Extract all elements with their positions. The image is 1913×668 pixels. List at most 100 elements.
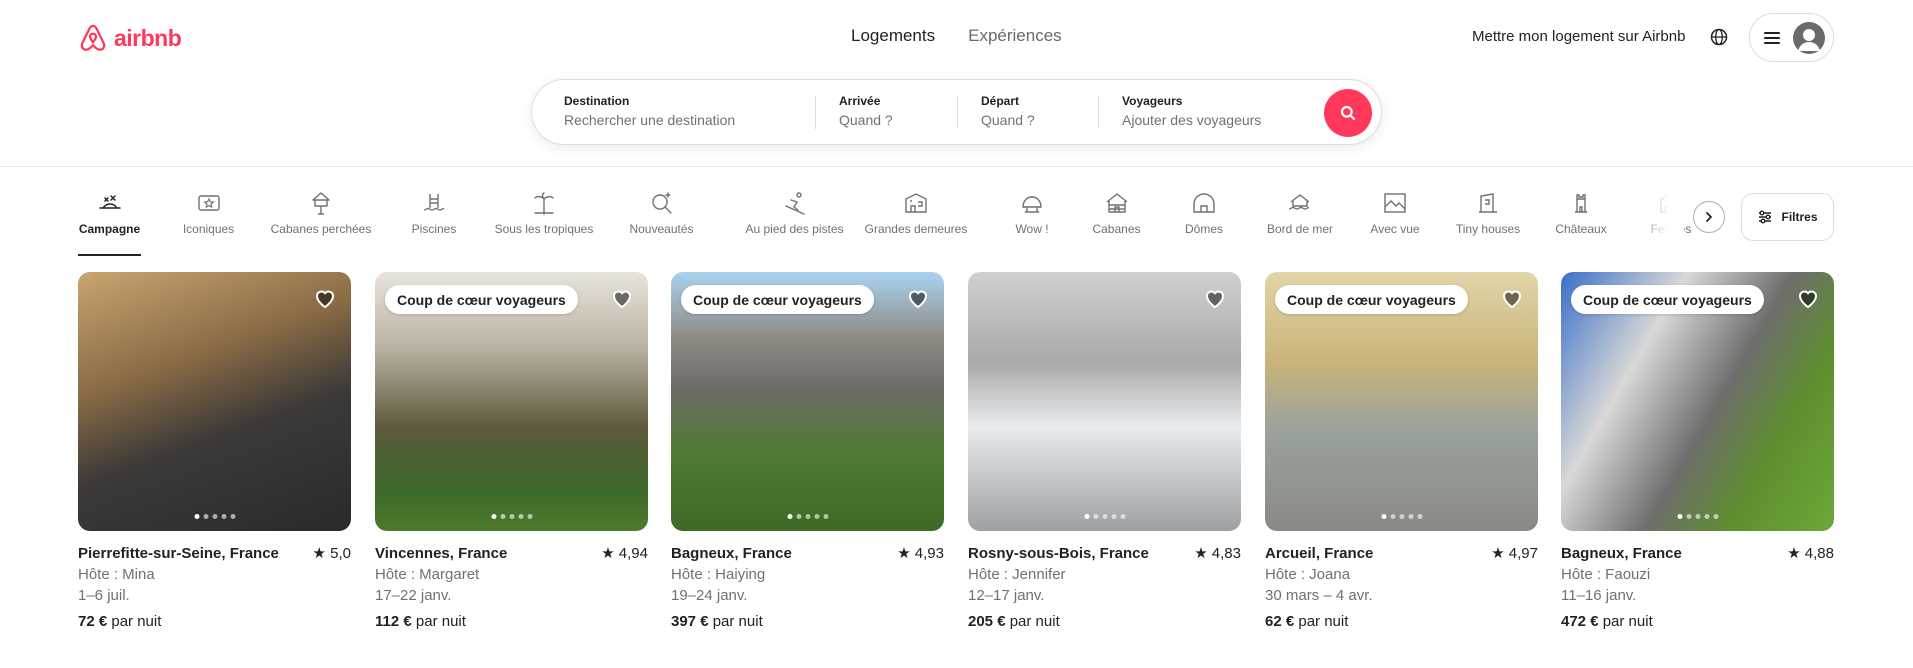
category-bar: Campagne Iconiques Cabanes perchées Pisc… bbox=[78, 190, 1698, 258]
category-cabanes-perchees[interactable]: Cabanes perchées bbox=[268, 190, 374, 256]
category-label: Nouveautés bbox=[629, 222, 694, 236]
category-iconiques[interactable]: Iconiques bbox=[180, 190, 237, 256]
listing-rating: ★ 4,93 bbox=[897, 545, 944, 562]
category-piscines[interactable]: Piscines bbox=[410, 190, 458, 256]
category-label: Dômes bbox=[1184, 222, 1223, 236]
hamburger-menu-icon bbox=[1764, 31, 1780, 44]
globe-icon[interactable] bbox=[1710, 28, 1728, 46]
category-wow[interactable]: Wow ! bbox=[1012, 190, 1052, 256]
heart-icon[interactable] bbox=[906, 286, 930, 310]
heart-icon[interactable] bbox=[1796, 286, 1820, 310]
travelers-field[interactable]: Voyageurs Ajouter des voyageurs bbox=[1122, 94, 1261, 128]
destination-label: Destination bbox=[564, 94, 630, 108]
listing-dates: 1–6 juil. bbox=[78, 587, 130, 604]
listing-photo[interactable] bbox=[78, 272, 351, 531]
category-label: Grandes demeures bbox=[864, 222, 968, 236]
listing-price-amount: 62 € bbox=[1265, 613, 1295, 630]
listing-photo[interactable] bbox=[968, 272, 1241, 531]
listing-card[interactable]: Coup de cœur voyageurs Bagneux, France ★… bbox=[1561, 272, 1834, 632]
iconic-icon bbox=[197, 195, 220, 211]
category-label: Bord de mer bbox=[1266, 222, 1334, 236]
filters-button[interactable]: Filtres bbox=[1741, 193, 1834, 241]
beachfront-icon bbox=[1288, 194, 1310, 210]
new-icon bbox=[651, 192, 672, 214]
listing-title: Pierrefitte-sur-Seine, France bbox=[78, 545, 279, 562]
category-domes[interactable]: Dômes bbox=[1184, 190, 1224, 256]
listing-photo[interactable]: Coup de cœur voyageurs bbox=[1265, 272, 1538, 531]
category-label: Iconiques bbox=[182, 222, 235, 236]
heart-icon[interactable] bbox=[1500, 286, 1524, 310]
heart-icon[interactable] bbox=[1203, 286, 1227, 310]
tab-experiences[interactable]: Expériences bbox=[968, 26, 1062, 46]
chevron-right-icon bbox=[1706, 212, 1712, 222]
category-chateaux[interactable]: Châteaux bbox=[1553, 190, 1609, 256]
search-icon bbox=[1340, 105, 1356, 121]
ski-icon bbox=[784, 192, 805, 215]
listing-price-amount: 205 € bbox=[968, 613, 1006, 630]
category-label: Cabanes bbox=[1092, 222, 1141, 236]
search-divider bbox=[1098, 96, 1099, 129]
listing-price-suffix: par nuit bbox=[107, 613, 162, 630]
category-tiny-houses[interactable]: Tiny houses bbox=[1455, 190, 1521, 256]
destination-field[interactable]: Destination Rechercher une destination bbox=[564, 94, 735, 128]
listing-info: Vincennes, France ★ 4,94 Hôte : Margaret… bbox=[375, 543, 648, 632]
category-label: Wow ! bbox=[1015, 222, 1049, 236]
category-bord-de-mer[interactable]: Bord de mer bbox=[1265, 190, 1335, 256]
listing-card[interactable]: Coup de cœur voyageurs Arcueil, France ★… bbox=[1265, 272, 1538, 632]
listing-price-amount: 397 € bbox=[671, 613, 709, 630]
category-nouveautes[interactable]: Nouveautés bbox=[627, 190, 696, 256]
travelers-label: Voyageurs bbox=[1122, 94, 1183, 108]
listing-dates: 30 mars – 4 avr. bbox=[1265, 587, 1373, 604]
category-label: Cabanes perchées bbox=[270, 222, 372, 236]
listing-dates: 19–24 janv. bbox=[671, 587, 748, 604]
listing-photo[interactable]: Coup de cœur voyageurs bbox=[375, 272, 648, 531]
listing-rating: ★ 4,94 bbox=[601, 545, 648, 562]
listing-card[interactable]: Coup de cœur voyageurs Bagneux, France ★… bbox=[671, 272, 944, 632]
listing-host: Hôte : Faouzi bbox=[1561, 566, 1651, 583]
category-label: Sous les tropiques bbox=[494, 222, 594, 236]
listing-card[interactable]: Rosny-sous-Bois, France ★ 4,83 Hôte : Je… bbox=[968, 272, 1241, 632]
category-label: Châteaux bbox=[1555, 222, 1607, 236]
listing-card[interactable]: Coup de cœur voyageurs Vincennes, France… bbox=[375, 272, 648, 632]
category-avec-vue[interactable]: Avec vue bbox=[1369, 190, 1421, 256]
category-au-pied-des-pistes[interactable]: Au pied des pistes bbox=[726, 190, 863, 256]
tab-logements[interactable]: Logements bbox=[851, 26, 935, 46]
arrival-field[interactable]: Arrivée Quand ? bbox=[839, 94, 893, 128]
listing-info: Arcueil, France ★ 4,97 Hôte : Joana 30 m… bbox=[1265, 543, 1538, 632]
user-menu-button[interactable] bbox=[1749, 13, 1834, 62]
airbnb-logo-icon bbox=[80, 24, 106, 51]
photo-pagination-dots bbox=[491, 514, 532, 519]
listing-dates: 12–17 janv. bbox=[968, 587, 1045, 604]
category-label: Tiny houses bbox=[1455, 222, 1521, 236]
category-cabanes[interactable]: Cabanes bbox=[1089, 190, 1144, 256]
listing-rating: ★ 4,97 bbox=[1491, 545, 1538, 562]
photo-pagination-dots bbox=[1677, 514, 1718, 519]
travelers-placeholder: Ajouter des voyageurs bbox=[1122, 112, 1262, 128]
listing-price-suffix: par nuit bbox=[1294, 613, 1349, 630]
heart-icon[interactable] bbox=[313, 286, 337, 310]
listing-card[interactable]: Pierrefitte-sur-Seine, France ★ 5,0 Hôte… bbox=[78, 272, 351, 632]
category-campagne[interactable]: Campagne bbox=[78, 190, 141, 256]
become-host-link[interactable]: Mettre mon logement sur Airbnb bbox=[1472, 28, 1685, 45]
search-button[interactable] bbox=[1324, 89, 1372, 137]
heart-icon[interactable] bbox=[610, 286, 634, 310]
listing-host: Hôte : Joana bbox=[1265, 566, 1351, 583]
search-divider bbox=[957, 96, 958, 129]
departure-field[interactable]: Départ Quand ? bbox=[981, 94, 1035, 128]
airbnb-logo[interactable]: airbnb bbox=[78, 22, 182, 54]
search-divider bbox=[815, 96, 816, 129]
listing-host: Hôte : Margaret bbox=[375, 566, 480, 583]
listing-dates: 17–22 janv. bbox=[375, 587, 452, 604]
listing-photo[interactable]: Coup de cœur voyageurs bbox=[671, 272, 944, 531]
destination-placeholder: Rechercher une destination bbox=[564, 112, 736, 128]
category-label: Piscines bbox=[411, 222, 457, 236]
categories-next-button[interactable] bbox=[1693, 201, 1725, 233]
avatar bbox=[1793, 21, 1825, 54]
tiny-house-icon bbox=[1479, 193, 1497, 213]
photo-pagination-dots bbox=[1381, 514, 1422, 519]
category-sous-les-tropiques[interactable]: Sous les tropiques bbox=[492, 190, 596, 256]
category-grandes-demeures[interactable]: Grandes demeures bbox=[862, 190, 970, 256]
listing-photo[interactable]: Coup de cœur voyageurs bbox=[1561, 272, 1834, 531]
top-tabs: Logements Expériences bbox=[851, 26, 1062, 46]
listing-price-suffix: par nuit bbox=[1005, 613, 1060, 630]
